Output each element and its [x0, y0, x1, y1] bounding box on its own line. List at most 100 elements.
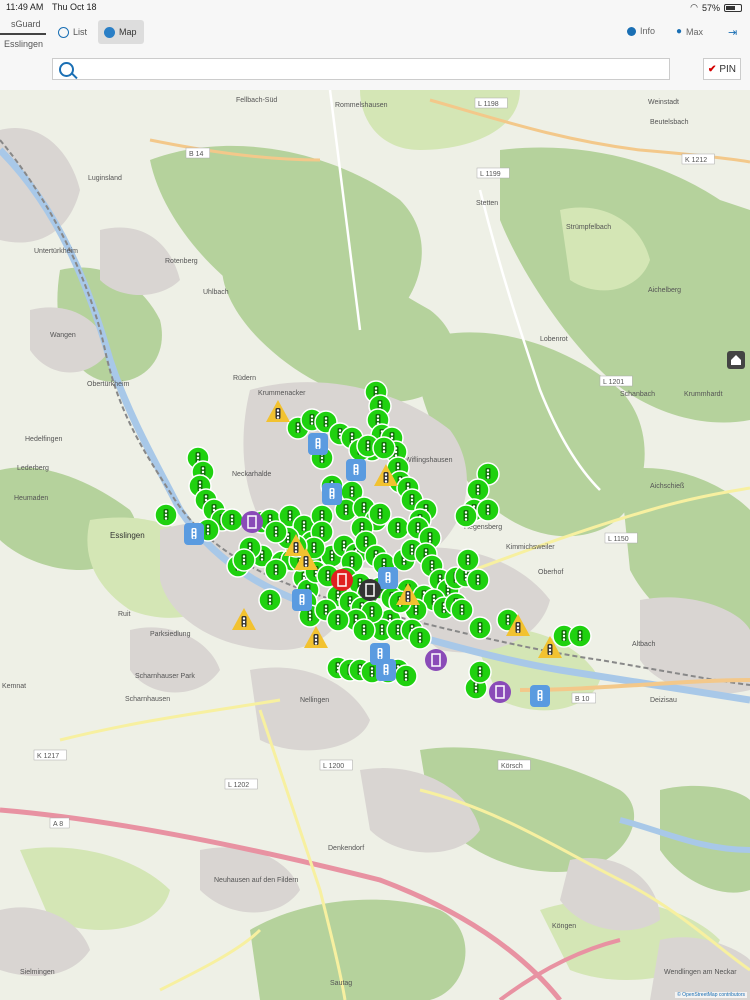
road-label: A 8	[49, 817, 70, 829]
pin-button[interactable]: ✔ PIN	[703, 58, 741, 80]
traffic-light-marker[interactable]	[264, 520, 288, 544]
place-label: Obertürkheim	[87, 381, 130, 388]
traffic-light-marker[interactable]	[450, 598, 474, 622]
svg-text:Körsch: Körsch	[501, 763, 523, 770]
place-label: Schanbach	[620, 391, 655, 398]
blue-signal-marker[interactable]	[376, 659, 396, 681]
road-label: L 1200	[319, 759, 353, 771]
place-label: Wiflingshausen	[405, 457, 453, 464]
traffic-light-marker[interactable]	[466, 478, 490, 502]
place-label: Ruit	[118, 611, 131, 618]
traffic-light-marker[interactable]	[368, 502, 392, 526]
battery-icon	[724, 3, 742, 12]
traffic-light-marker[interactable]	[476, 498, 500, 522]
traffic-light-marker[interactable]	[466, 568, 490, 592]
pin-button-label: PIN	[719, 63, 737, 75]
search-bar[interactable]	[52, 58, 670, 80]
place-label: Sautag	[330, 980, 352, 987]
check-icon: ✔	[707, 63, 717, 75]
blue-signal-marker[interactable]	[530, 685, 550, 707]
hydrant-marker[interactable]	[241, 511, 263, 533]
blue-signal-marker[interactable]	[308, 433, 328, 455]
blue-signal-marker[interactable]	[346, 459, 366, 481]
place-label: Aichschieß	[650, 483, 684, 490]
search-icon	[59, 62, 74, 77]
road-label: B 10	[571, 692, 596, 704]
traffic-light-marker[interactable]	[468, 616, 492, 640]
place-label: Rommelshausen	[335, 102, 388, 109]
place-label: Stetten	[476, 200, 498, 207]
traffic-light-marker[interactable]	[386, 516, 410, 540]
user-label: Max	[686, 26, 704, 37]
traffic-light-marker[interactable]	[372, 436, 396, 460]
traffic-light-marker[interactable]	[408, 626, 432, 650]
blue-signal-marker[interactable]	[292, 589, 312, 611]
map-canvas[interactable]: Weinstadt Beutelsbach Rommelshausen Fellbac…	[0, 90, 750, 1000]
hydrant-marker[interactable]	[425, 649, 447, 671]
svg-text:L 1202: L 1202	[228, 782, 249, 789]
place-label: Rüdern	[233, 375, 256, 382]
hydrant-marker[interactable]	[489, 681, 511, 703]
place-label: Wangen	[50, 332, 76, 339]
map-view[interactable]: Weinstadt Beutelsbach Rommelshausen Fellbac…	[0, 90, 750, 1000]
place-label: Neckarhalde	[232, 471, 271, 478]
road-label: B 14	[185, 147, 210, 159]
brand-name: sGuard	[11, 19, 41, 29]
black-marker[interactable]	[359, 579, 381, 601]
traffic-light-marker[interactable]	[264, 558, 288, 582]
traffic-light-marker[interactable]	[326, 608, 350, 632]
traffic-light-marker[interactable]	[220, 508, 244, 532]
traffic-light-marker[interactable]	[352, 618, 376, 642]
traffic-light-marker[interactable]	[232, 548, 256, 572]
user-button[interactable]: ● Max	[676, 26, 703, 37]
road-label: L 1150	[604, 532, 638, 544]
place-label: Kimmichsweiler	[506, 544, 555, 551]
place-label: Scharnhauser Park	[135, 673, 195, 680]
place-label: Kemnat	[2, 683, 26, 690]
place-label: Wendlingen am Neckar	[664, 969, 737, 976]
place-label: Köngen	[552, 923, 576, 930]
blue-signal-marker[interactable]	[378, 567, 398, 589]
traffic-light-marker[interactable]	[456, 548, 480, 572]
road-label: L 1198	[474, 97, 508, 109]
road-label: L 1202	[224, 778, 258, 790]
place-label: Neuhausen auf den Fildern	[214, 877, 299, 884]
traffic-light-marker[interactable]	[154, 503, 178, 527]
brand-city: Esslingen	[4, 39, 44, 49]
place-label: Denkendorf	[328, 845, 364, 852]
road-label: Körsch	[497, 759, 531, 771]
place-label: Sielmingen	[20, 969, 55, 976]
blue-signal-marker[interactable]	[184, 523, 204, 545]
svg-text:B 10: B 10	[575, 696, 590, 703]
tab-list[interactable]: List	[52, 20, 93, 44]
place-label: Esslingen	[110, 531, 145, 540]
traffic-light-marker[interactable]	[258, 588, 282, 612]
svg-text:L 1198: L 1198	[478, 101, 499, 108]
app-header: sGuard Esslingen List Map Info ● Max ⇥ ✔…	[0, 14, 750, 91]
info-button[interactable]: Info	[627, 26, 655, 36]
list-icon	[58, 26, 69, 38]
tab-map[interactable]: Map	[98, 20, 144, 44]
road-label: L 1199	[476, 167, 510, 179]
info-icon	[627, 26, 636, 36]
map-attribution[interactable]: © OpenStreetMap contributors	[675, 992, 747, 998]
home-icon	[731, 355, 741, 365]
tab-map-label: Map	[119, 27, 137, 37]
place-label: Lederberg	[17, 465, 49, 472]
place-label: Untertürkheim	[34, 248, 78, 255]
status-bar: 11:49 AM Thu Oct 18 ◠ 57%	[0, 0, 750, 14]
place-label: Weinstadt	[648, 99, 679, 106]
traffic-light-marker[interactable]	[394, 664, 418, 688]
hydrant-red-marker[interactable]	[331, 569, 353, 591]
blue-signal-marker[interactable]	[322, 483, 342, 505]
svg-text:L 1150: L 1150	[608, 536, 629, 543]
home-button[interactable]	[727, 351, 745, 369]
place-label: Parksiedlung	[150, 631, 191, 638]
svg-text:L 1200: L 1200	[323, 763, 344, 770]
traffic-light-marker[interactable]	[454, 504, 478, 528]
traffic-light-marker[interactable]	[568, 624, 592, 648]
logout-icon: ⇥	[728, 27, 738, 39]
logout-button[interactable]: ⇥	[728, 26, 737, 39]
traffic-light-marker[interactable]	[468, 660, 492, 684]
place-label: Aichelberg	[648, 287, 681, 294]
